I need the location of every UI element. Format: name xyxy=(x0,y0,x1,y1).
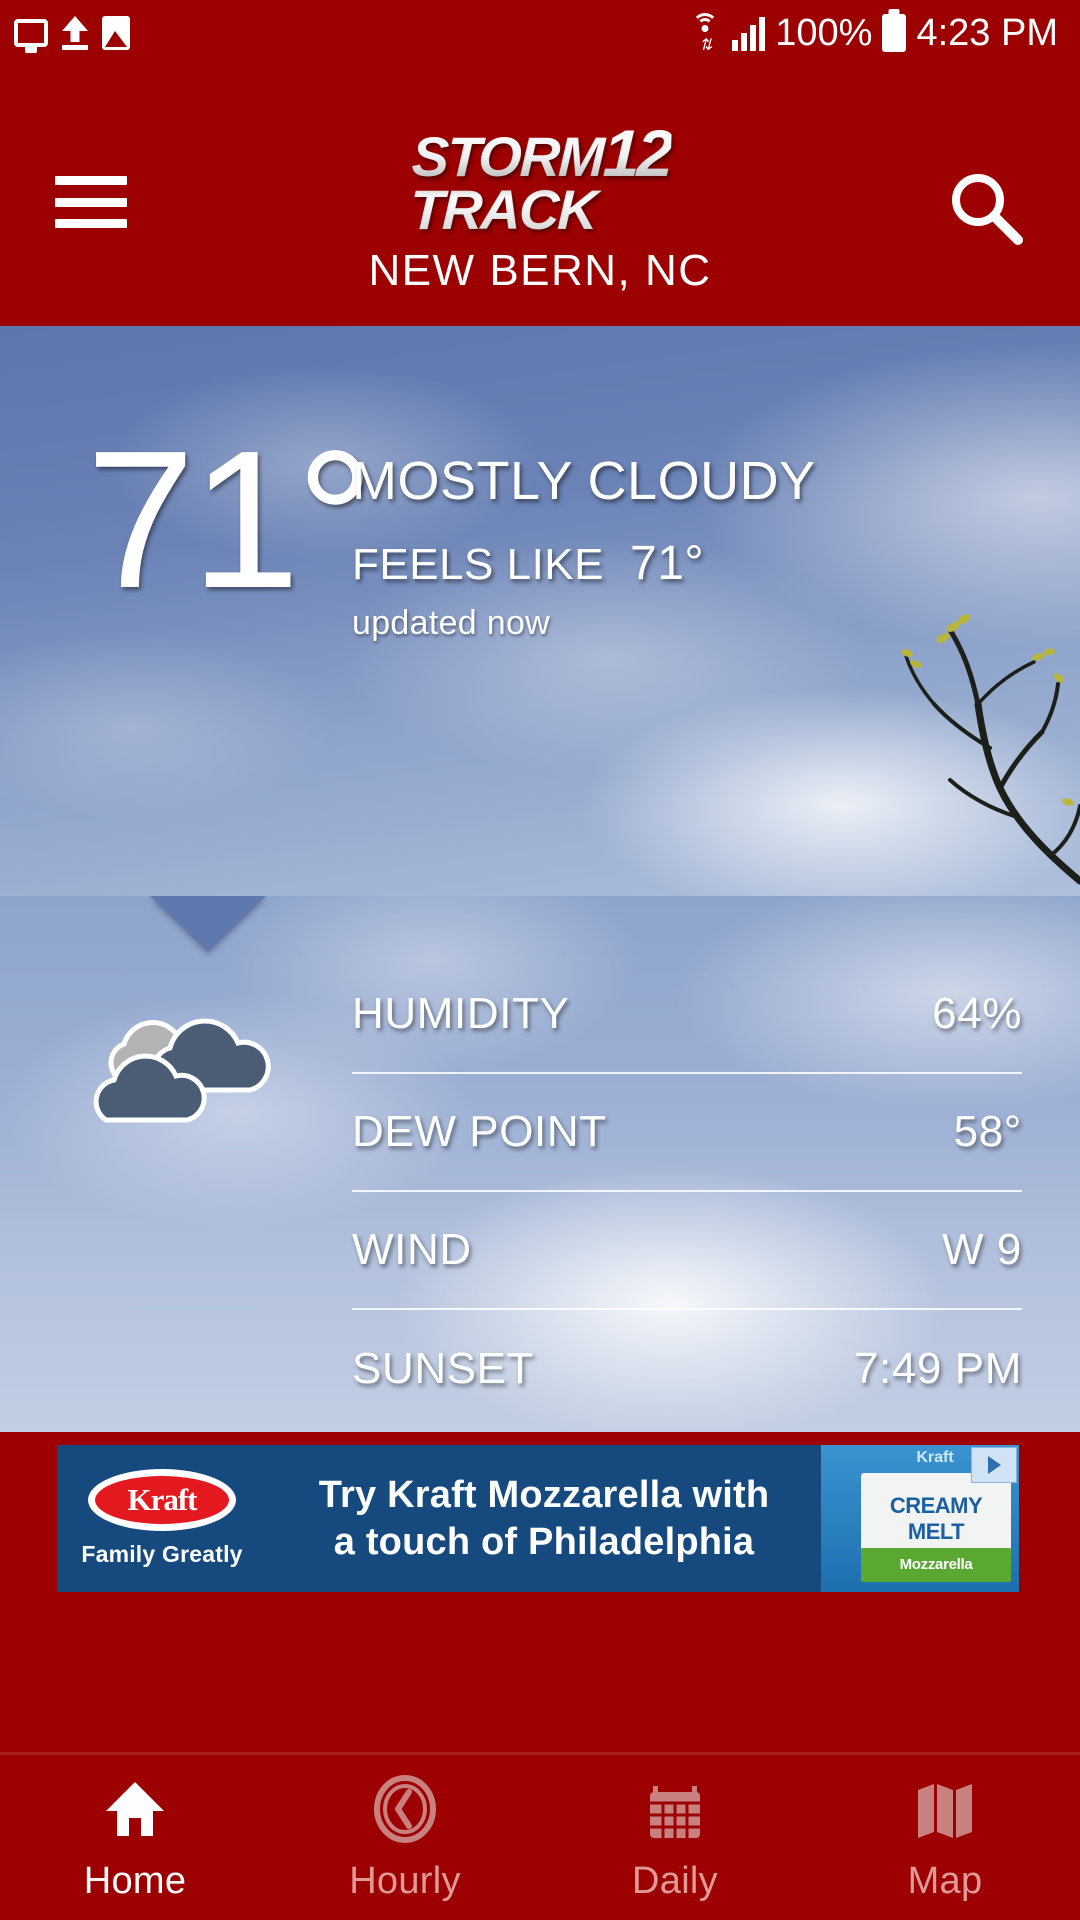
ad-product-image: Kraft CREAMY MELT Mozzarella xyxy=(821,1445,1019,1592)
calendar-icon xyxy=(638,1772,712,1846)
cellular-signal-icon xyxy=(732,15,766,51)
panel-notch xyxy=(150,896,266,952)
bottom-navigation: Home Hourly Daily Map xyxy=(0,1752,1080,1920)
cast-icon xyxy=(14,19,48,47)
ad-headline-line1: Try Kraft Mozzarella with xyxy=(318,1474,770,1517)
ad-brand-name: Kraft xyxy=(127,1482,197,1517)
detail-label-dew-point: DEW POINT xyxy=(352,1107,607,1156)
ad-headline: Try Kraft Mozzarella with a touch of Phi… xyxy=(267,1445,821,1592)
nav-item-home[interactable]: Home xyxy=(0,1772,270,1903)
detail-value-sunset: 7:49 PM xyxy=(853,1344,1022,1393)
clock-icon xyxy=(368,1772,442,1846)
brand-number: 12 xyxy=(601,116,672,190)
detail-label-sunset: SUNSET xyxy=(352,1344,535,1393)
status-bar-right-icons: ⇅ 100% 4:23 PM xyxy=(688,12,1058,54)
ad-headline-line2: a touch of Philadelphia xyxy=(333,1520,755,1563)
ad-product-sub: Mozzarella xyxy=(899,1556,973,1573)
image-icon xyxy=(102,16,130,50)
details-rows: HUMIDITY 64% DEW POINT 58° WIND W 9 SUNS… xyxy=(352,956,1022,1428)
table-row[interactable]: WIND W 9 xyxy=(352,1192,1022,1310)
status-bar-left-icons xyxy=(14,16,130,50)
tree-branch-decoration xyxy=(901,614,1080,885)
table-row[interactable]: HUMIDITY 64% xyxy=(352,956,1022,1074)
location-label[interactable]: NEW BERN, NC xyxy=(0,246,1080,296)
ad-banner[interactable]: Kraft Family Greatly Try Kraft Mozzarell… xyxy=(57,1445,1019,1592)
ad-zone: Kraft Family Greatly Try Kraft Mozzarell… xyxy=(0,1432,1080,1632)
kraft-logo-icon: Kraft xyxy=(88,1469,236,1531)
detail-value-wind: W 9 xyxy=(941,1225,1022,1274)
wifi-icon: ⇅ xyxy=(688,13,722,54)
nav-label-hourly: Hourly xyxy=(349,1860,461,1902)
battery-percent: 100% xyxy=(775,12,873,54)
ad-product-name: CREAMY MELT xyxy=(889,1493,983,1544)
nav-label-daily: Daily xyxy=(632,1860,718,1902)
content-filler xyxy=(0,1632,1080,1752)
feels-like-value: 71° xyxy=(630,537,705,590)
battery-icon xyxy=(882,14,907,52)
map-icon xyxy=(908,1772,982,1846)
current-temperature: 71° xyxy=(86,410,374,629)
updated-timestamp: updated now xyxy=(352,604,551,642)
details-panel: HUMIDITY 64% DEW POINT 58° WIND W 9 SUNS… xyxy=(0,896,1080,1432)
ad-product-sub-band: Mozzarella xyxy=(861,1548,1011,1582)
nav-item-map[interactable]: Map xyxy=(810,1772,1080,1903)
detail-label-wind: WIND xyxy=(352,1225,472,1274)
current-condition: MOSTLY CLOUDY xyxy=(352,451,816,511)
brand-logo: STORM12 TRACK xyxy=(0,122,1080,237)
upload-icon xyxy=(62,16,88,50)
brand-line2: TRACK xyxy=(408,178,597,242)
home-icon xyxy=(98,1772,172,1846)
ad-brand-logo: Kraft Family Greatly xyxy=(57,1445,267,1592)
storm-track-12-logo: STORM12 TRACK xyxy=(409,122,672,237)
nav-item-hourly[interactable]: Hourly xyxy=(270,1772,540,1903)
current-conditions-hero: 71° MOSTLY CLOUDY FEELS LIKE 71° updated… xyxy=(0,326,1080,896)
table-row[interactable]: DEW POINT 58° xyxy=(352,1074,1022,1192)
nav-label-map: Map xyxy=(907,1860,983,1902)
feels-like-label: FEELS LIKE xyxy=(352,540,605,589)
nav-label-home: Home xyxy=(83,1860,187,1902)
search-icon[interactable] xyxy=(944,166,1028,250)
feels-like: FEELS LIKE 71° xyxy=(352,536,704,591)
table-row[interactable]: SUNSET 7:49 PM xyxy=(352,1310,1022,1428)
ad-tagline: Family Greatly xyxy=(81,1541,243,1567)
app-header: STORM12 TRACK NEW BERN, NC xyxy=(0,66,1080,326)
detail-label-humidity: HUMIDITY xyxy=(352,989,570,1038)
mostly-cloudy-icon xyxy=(93,1018,271,1123)
ad-choices-icon[interactable] xyxy=(971,1447,1017,1483)
detail-value-humidity: 64% xyxy=(932,989,1022,1038)
detail-value-dew-point: 58° xyxy=(953,1107,1022,1156)
status-bar-clock: 4:23 PM xyxy=(916,12,1058,54)
status-bar: ⇅ 100% 4:23 PM xyxy=(0,0,1080,66)
nav-item-daily[interactable]: Daily xyxy=(540,1772,810,1903)
